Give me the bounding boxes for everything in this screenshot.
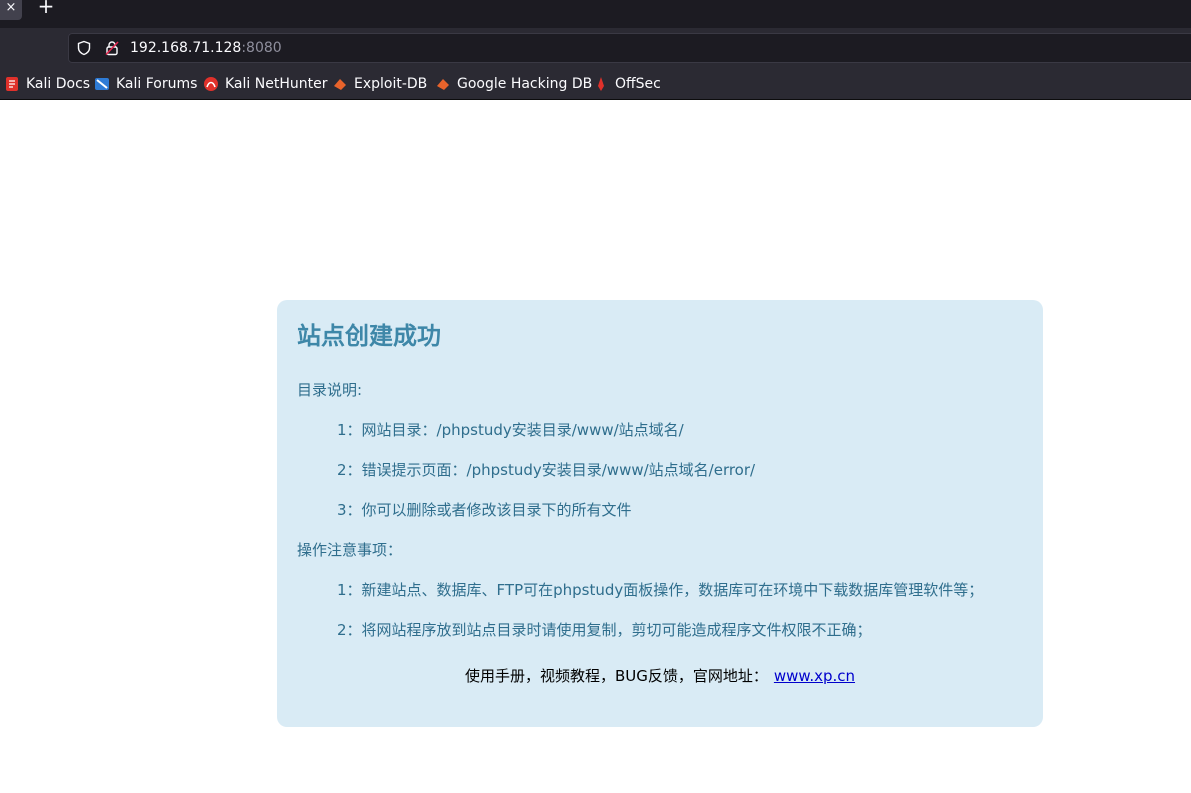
operations-item: 2：将网站程序放到站点目录时请使用复制，剪切可能造成程序文件权限不正确；	[337, 621, 872, 639]
official-site-link[interactable]: www.xp.cn	[774, 667, 855, 685]
url-text[interactable]: 192.168.71.128:8080	[130, 39, 282, 57]
tracking-protection-shield-icon[interactable]	[76, 40, 92, 56]
bookmark-label: OffSec	[615, 76, 661, 92]
success-panel: 站点创建成功 目录说明: 1：网站目录：/phpstudy安装目录/www/站点…	[277, 300, 1043, 727]
bookmark-kali-forums[interactable]: Kali Forums	[94, 75, 197, 93]
bookmark-label: Kali Docs	[26, 76, 91, 92]
operations-item: 1：新建站点、数据库、FTP可在phpstudy面板操作，数据库可在环境中下载数…	[337, 581, 984, 599]
directory-heading: 目录说明:	[297, 381, 363, 399]
insecure-lock-icon[interactable]	[104, 40, 120, 56]
bookmarks-toolbar: Kali Docs Kali Forums Kali NetHunter Exp…	[0, 70, 1191, 100]
footer-text: 使用手册，视频教程，BUG反馈，官网地址：	[464, 667, 768, 685]
bookmark-label: Exploit-DB	[354, 76, 428, 92]
bookmark-label: Kali Forums	[116, 76, 198, 92]
tab-strip: × +	[0, 0, 1191, 28]
bookmark-exploit-db[interactable]: Exploit-DB	[332, 75, 427, 93]
plus-icon: +	[37, 0, 55, 18]
navigation-toolbar: 192.168.71.128:8080	[0, 28, 1191, 70]
directory-item: 3：你可以删除或者修改该目录下的所有文件	[337, 501, 632, 519]
bookmark-google-hacking-db[interactable]: Google Hacking DB	[435, 75, 592, 93]
exploit-db-icon	[334, 79, 346, 90]
ghdb-icon	[437, 79, 449, 90]
address-bar[interactable]: 192.168.71.128:8080	[68, 33, 1191, 63]
bookmark-label: Google Hacking DB	[457, 76, 593, 92]
bookmark-label: Kali NetHunter	[225, 76, 328, 92]
bookmark-kali-docs[interactable]: Kali Docs	[4, 75, 90, 93]
directory-item: 2：错误提示页面：/phpstudy安装目录/www/站点域名/error/	[337, 461, 756, 479]
page-title: 站点创建成功	[297, 322, 441, 350]
url-host: 192.168.71.128	[130, 40, 242, 56]
directory-item: 1：网站目录：/phpstudy安装目录/www/站点域名/	[337, 421, 684, 439]
bookmark-offsec[interactable]: OffSec	[593, 75, 661, 93]
footer-line: 使用手册，视频教程，BUG反馈，官网地址： www.xp.cn	[277, 666, 1043, 686]
kali-forums-icon	[95, 78, 109, 90]
kali-docs-icon	[6, 77, 18, 91]
close-tab-button[interactable]: ×	[0, 0, 22, 20]
url-port: :8080	[241, 40, 282, 56]
offsec-icon	[598, 77, 604, 91]
new-tab-button[interactable]: +	[36, 0, 56, 16]
kali-nethunter-icon	[204, 77, 218, 91]
close-icon: ×	[5, 0, 17, 15]
bookmark-kali-nethunter[interactable]: Kali NetHunter	[203, 75, 327, 93]
operations-heading: 操作注意事项：	[297, 541, 403, 559]
